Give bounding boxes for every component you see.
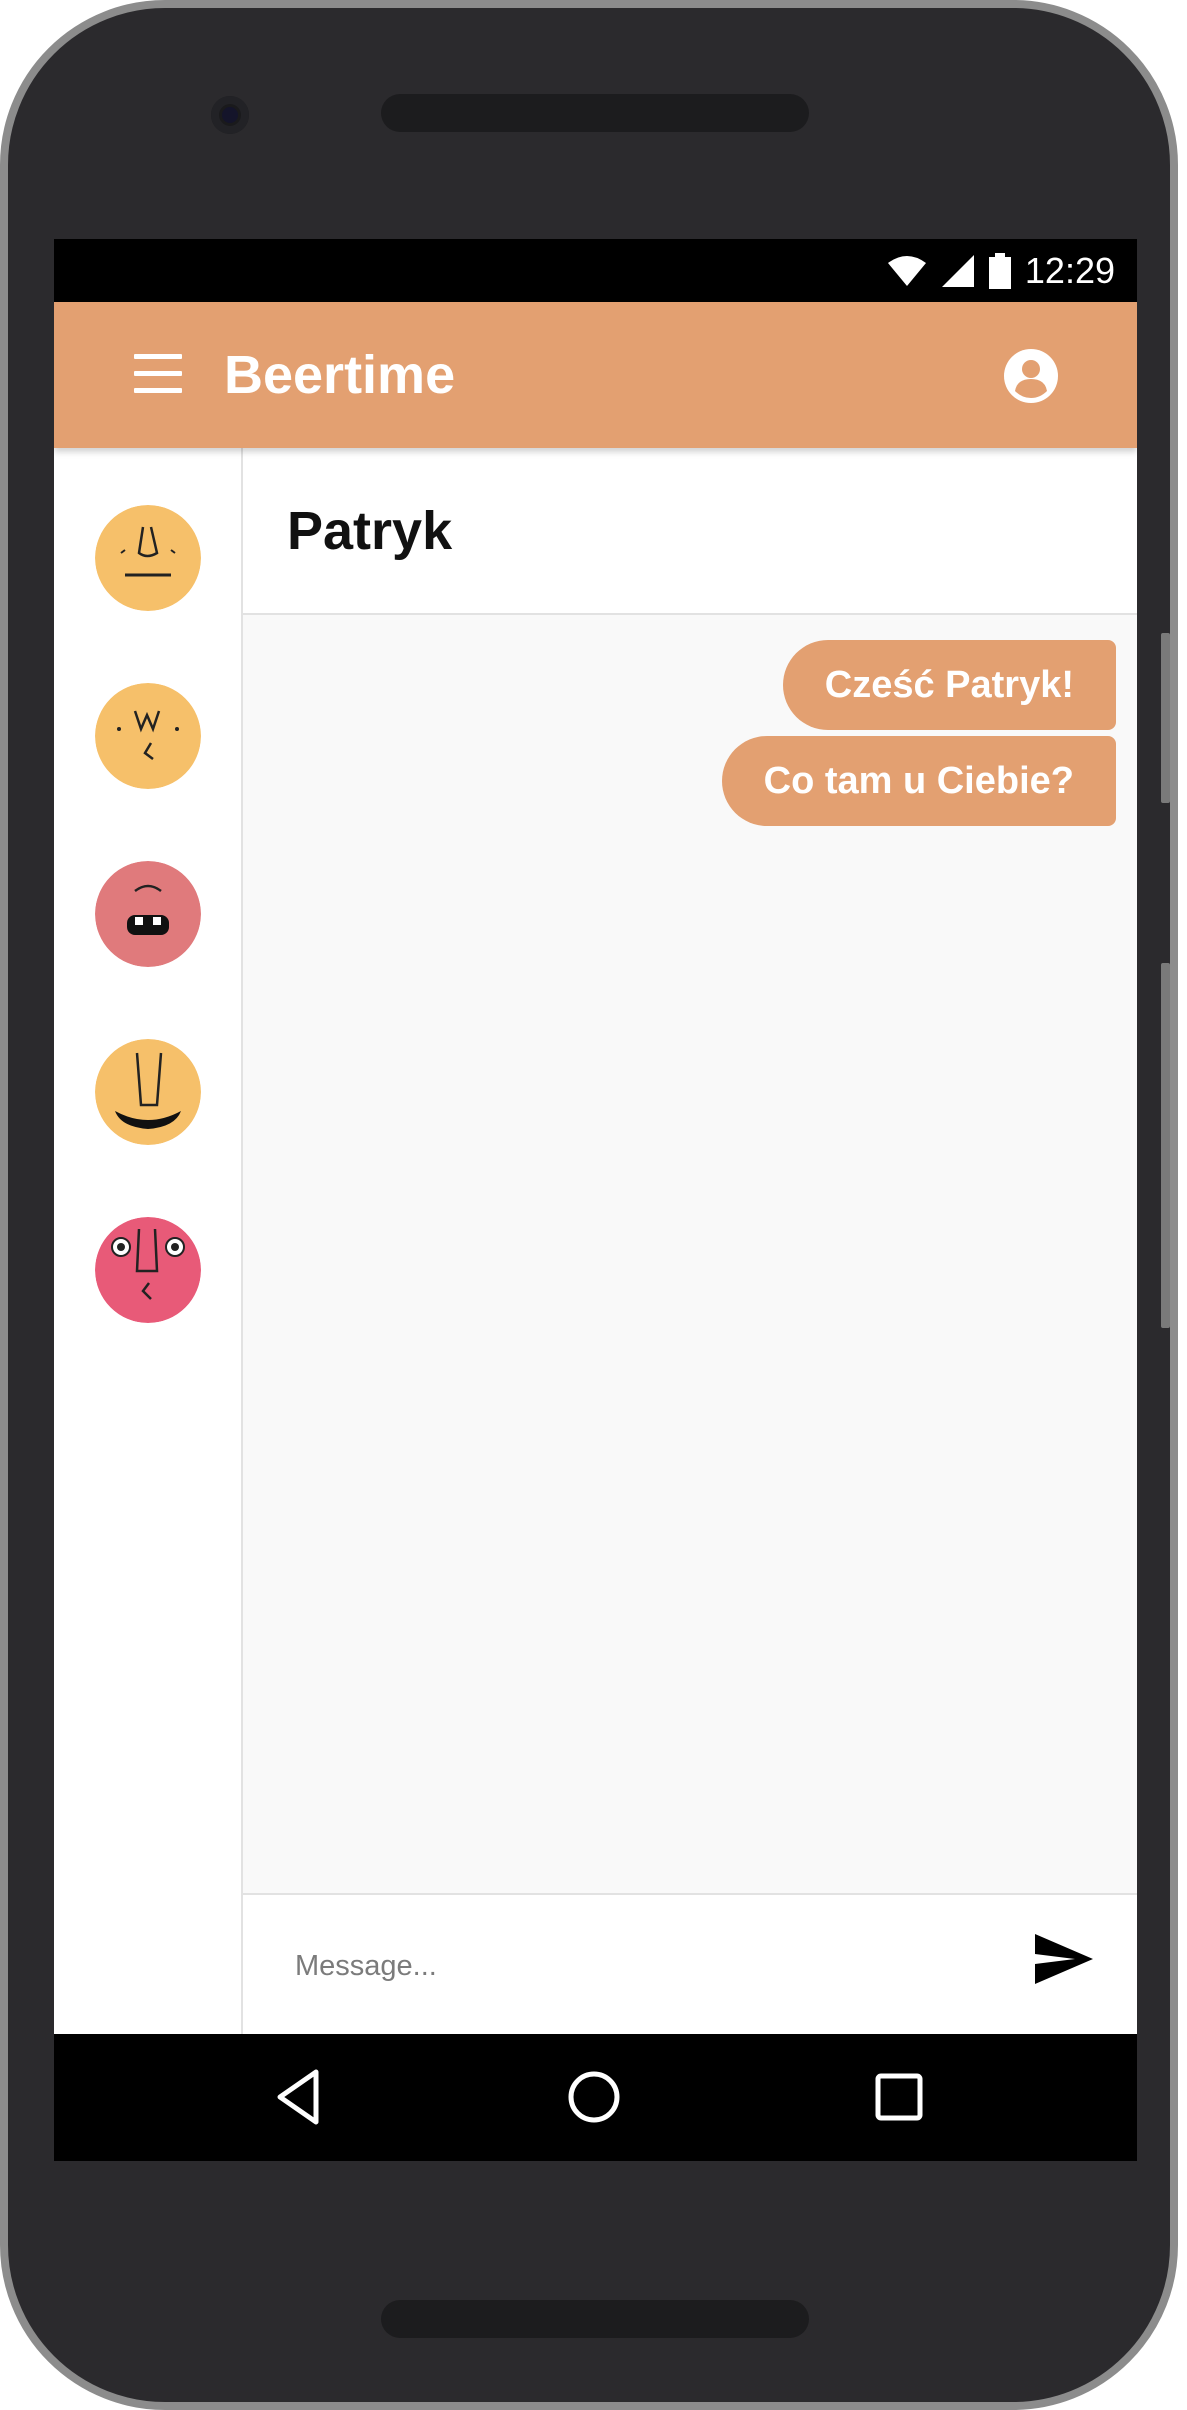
front-camera <box>211 96 249 134</box>
earpiece-speaker <box>381 94 809 132</box>
account-circle-icon[interactable] <box>1003 348 1059 404</box>
menu-icon[interactable] <box>134 352 182 396</box>
app-screen: 12:29 Beertime Patryk Cześć Patryk! Co t… <box>54 239 1137 2161</box>
power-button <box>1161 963 1170 1328</box>
contact-avatar-1[interactable] <box>95 505 201 611</box>
contact-avatar-5[interactable] <box>95 1217 201 1323</box>
app-title: Beertime <box>224 345 456 405</box>
bottom-speaker <box>381 2300 809 2338</box>
back-icon[interactable] <box>268 2064 334 2130</box>
wifi-icon <box>887 255 926 286</box>
message-composer <box>243 1893 1137 2036</box>
app-bar: Beertime <box>54 302 1137 448</box>
volume-button <box>1161 633 1170 803</box>
signal-icon <box>941 254 974 287</box>
message-bubble: Cześć Patryk! <box>782 640 1116 730</box>
contact-avatar-4[interactable] <box>95 1039 201 1145</box>
contact-avatar-2[interactable] <box>95 683 201 789</box>
home-icon[interactable] <box>561 2064 627 2130</box>
message-input[interactable] <box>293 1933 987 1999</box>
contacts-sidebar <box>54 448 243 2034</box>
send-icon[interactable] <box>1034 1933 1094 1985</box>
phone-frame: 12:29 Beertime Patryk Cześć Patryk! Co t… <box>0 0 1178 2410</box>
system-nav-bar <box>54 2034 1137 2161</box>
message-bubble: Co tam u Ciebie? <box>721 736 1116 826</box>
status-bar: 12:29 <box>54 239 1137 302</box>
message-list: Cześć Patryk! Co tam u Ciebie? <box>243 615 1137 1893</box>
battery-icon <box>988 252 1011 289</box>
chat-header: Patryk <box>243 448 1137 615</box>
recents-icon[interactable] <box>866 2064 932 2130</box>
status-time: 12:29 <box>1024 249 1115 291</box>
contact-avatar-3[interactable] <box>95 861 201 967</box>
chat-contact-name: Patryk <box>287 501 453 561</box>
